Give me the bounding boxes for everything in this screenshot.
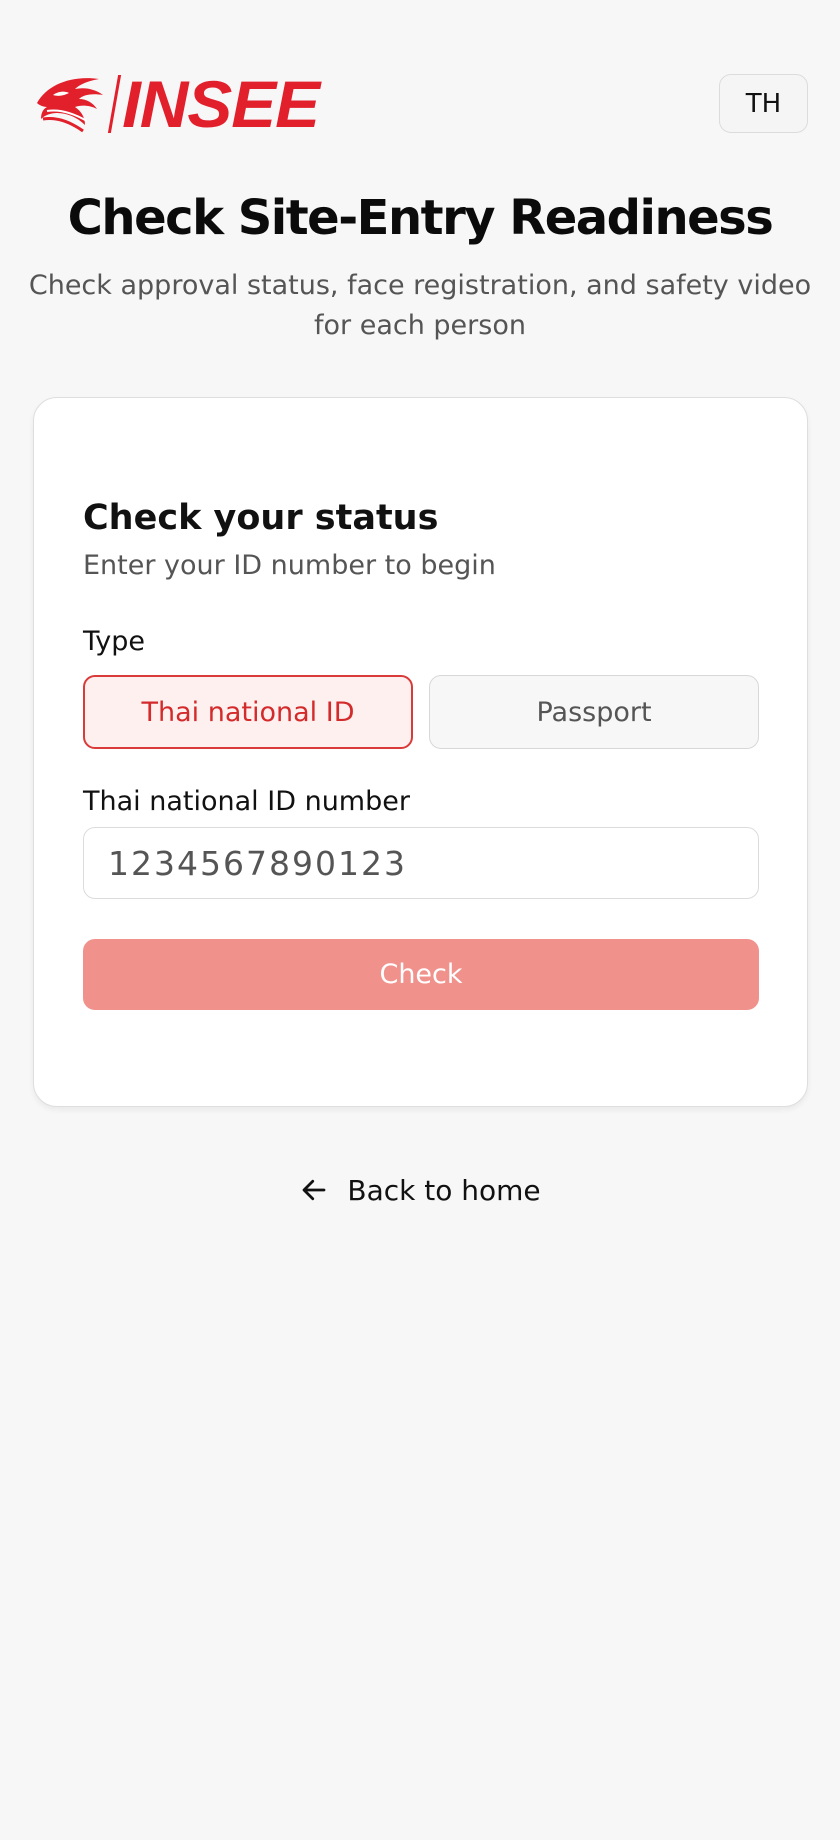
card-title: Check your status — [83, 498, 439, 538]
back-to-home-label: Back to home — [347, 1173, 541, 1207]
type-option-passport[interactable]: Passport — [429, 675, 759, 749]
page-subtitle: Check approval status, face registration… — [28, 270, 812, 341]
id-number-input[interactable] — [83, 827, 759, 899]
id-number-label: Thai national ID number — [83, 786, 410, 817]
language-toggle-button[interactable]: TH — [719, 74, 808, 133]
arrow-left-icon — [302, 1179, 326, 1201]
type-option-thai-id[interactable]: Thai national ID — [83, 675, 413, 749]
insee-logo[interactable]: INSEE — [33, 67, 363, 141]
type-label: Type — [83, 626, 146, 657]
logo-wordmark: INSEE — [122, 67, 320, 141]
check-button[interactable]: Check — [83, 939, 759, 1010]
eagle-head-icon — [37, 78, 103, 133]
page-title: Check Site-Entry Readiness — [67, 190, 774, 246]
page: INSEE TH Check Site-Entry Readiness Chec… — [0, 0, 840, 1840]
back-to-home-link[interactable]: Back to home — [0, 1170, 840, 1210]
logo-divider — [107, 75, 122, 133]
status-check-card: Check your status Enter your ID number t… — [33, 397, 808, 1107]
header: INSEE TH — [33, 67, 808, 141]
card-subtitle: Enter your ID number to begin — [83, 550, 496, 581]
